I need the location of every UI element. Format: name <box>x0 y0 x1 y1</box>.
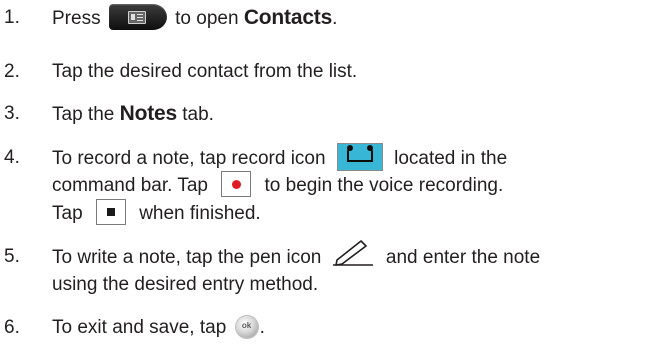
step-text: located in the <box>394 148 508 170</box>
step-text: to begin the voice recording. <box>264 175 504 197</box>
step-text: when finished. <box>139 203 261 225</box>
pen-icon <box>331 238 375 266</box>
step-text: . <box>332 8 338 29</box>
instruction-list: 1. Press to open Contacts. 2. Tap the de… <box>0 0 649 344</box>
step-text: Tap the desired contact from the list. <box>52 61 358 82</box>
step-number: 2. <box>4 61 20 82</box>
step-text: Tap the <box>52 104 115 125</box>
step-text: To write a note, tap the pen icon <box>52 247 322 269</box>
ok-button-icon: ok <box>235 315 258 338</box>
step-text: to open <box>175 8 239 29</box>
step-text: tab. <box>182 104 214 125</box>
step-text: Press <box>52 8 101 29</box>
step-text: . <box>259 317 265 338</box>
contacts-label: Contacts <box>243 6 333 29</box>
step-number: 4. <box>4 147 20 168</box>
step-number: 5. <box>4 246 20 267</box>
step-text: To record a note, tap record icon <box>52 148 326 170</box>
record-dot-icon <box>221 171 252 197</box>
notes-label: Notes <box>119 102 178 125</box>
stop-square-icon <box>95 199 126 225</box>
step-number: 1. <box>4 7 20 28</box>
step-number: 3. <box>4 103 20 124</box>
step-text: using the desired entry method. <box>52 274 319 295</box>
contacts-key-icon <box>108 3 167 30</box>
ok-label: ok <box>241 320 252 330</box>
step-text: Tap <box>52 203 83 225</box>
step-text: and enter the note <box>385 247 541 269</box>
step-text: command bar. Tap <box>52 175 208 197</box>
step-text: To exit and save, tap <box>52 317 227 338</box>
record-tape-icon <box>336 143 383 171</box>
step-number: 6. <box>4 317 20 338</box>
